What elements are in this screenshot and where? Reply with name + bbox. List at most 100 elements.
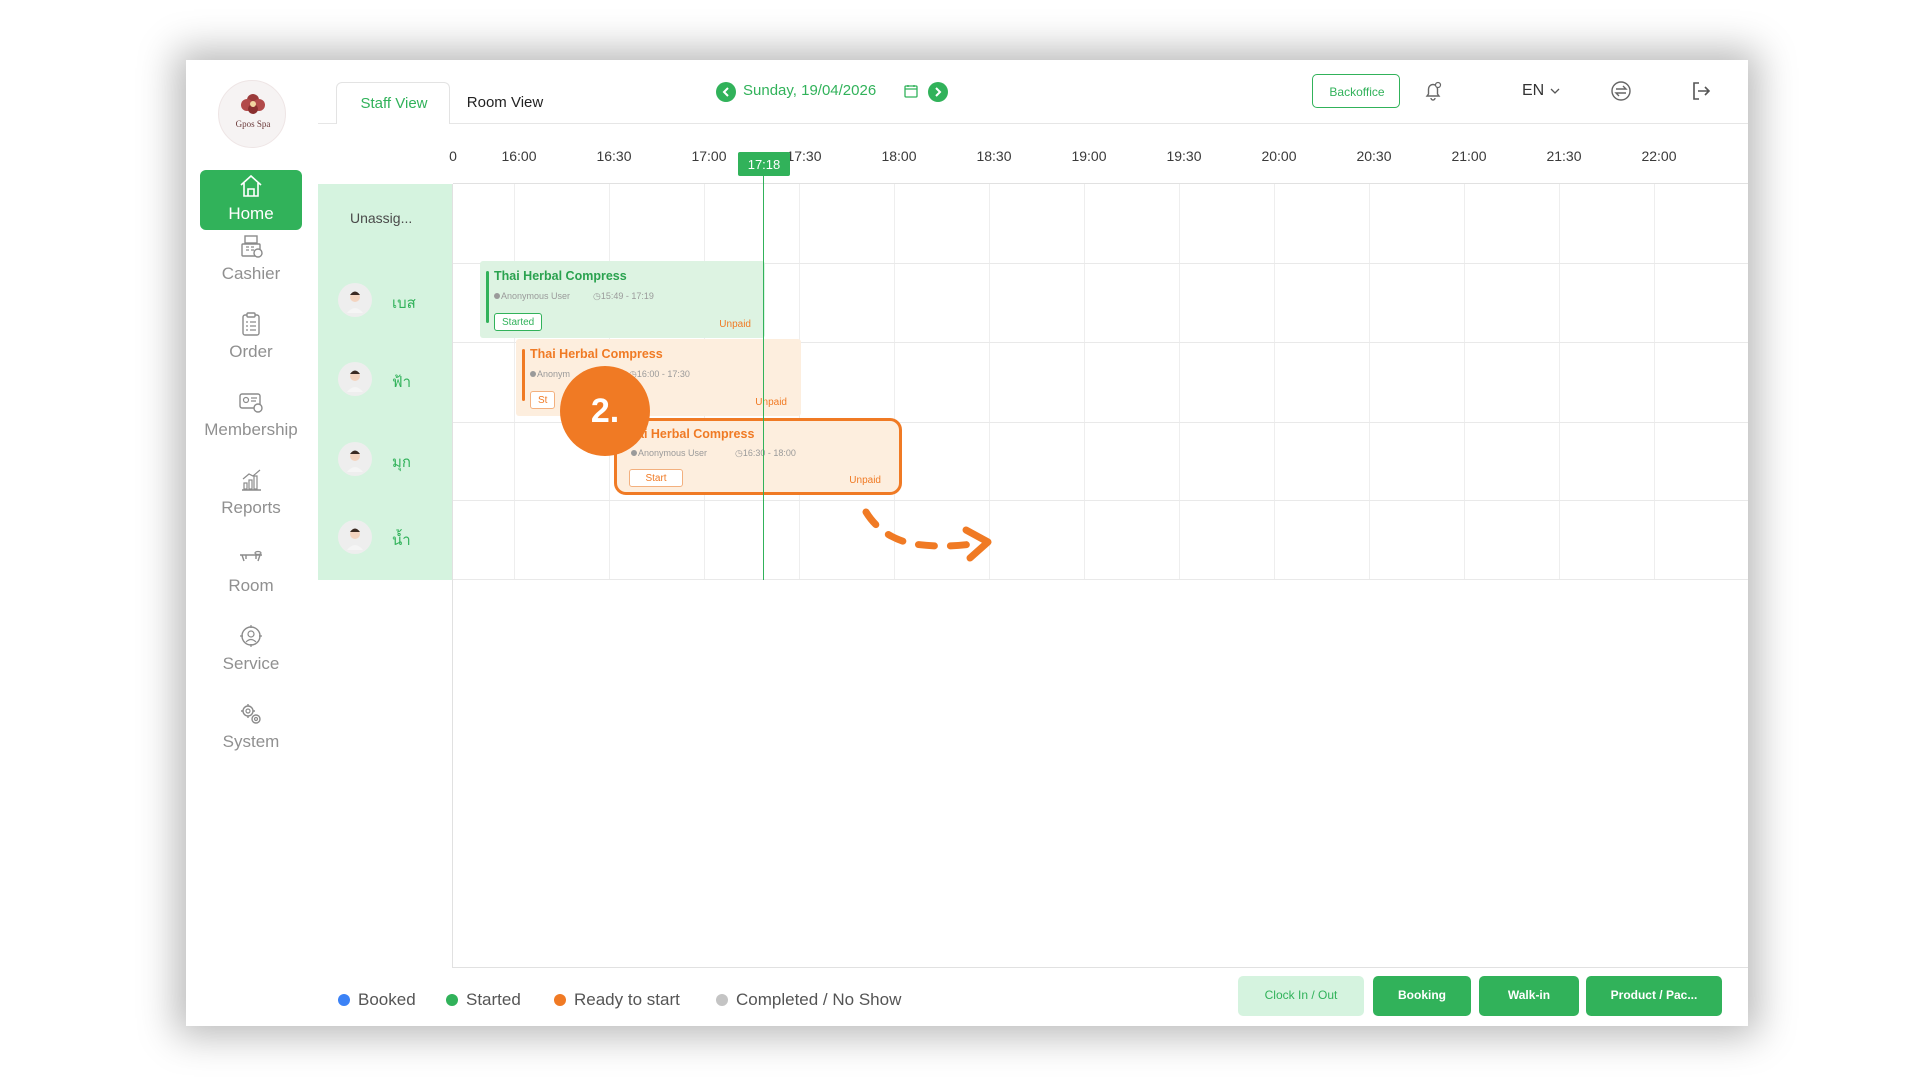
booking-customer: Anonym — [530, 369, 570, 379]
booking-card[interactable]: Thai Herbal Compress Anonym ◷16:00 - 17:… — [516, 339, 801, 416]
sidebar: Gpos Spa Home Cashier Order Membership R… — [186, 60, 318, 1026]
button-label: Clock In / Out — [1264, 988, 1338, 1002]
staff-name: ฟ้า — [392, 374, 412, 391]
step-number: 2. — [590, 392, 620, 430]
current-time-label: 17:18 — [747, 157, 781, 172]
drag-arrow-icon — [862, 508, 992, 562]
staff-row[interactable]: ฟ้า — [318, 342, 453, 421]
time-label: 18:30 — [976, 148, 1012, 164]
unassigned-row-label: Unassig... — [350, 210, 413, 226]
clock-in-out-button[interactable]: Clock In / Out — [1238, 976, 1364, 1016]
language-selector[interactable]: EN — [1522, 82, 1544, 100]
grid-line — [1654, 184, 1655, 580]
grid-bottom-border — [453, 967, 1748, 968]
logo-text: Gpos Spa — [235, 119, 271, 129]
time-label: 19:30 — [1166, 148, 1202, 164]
booking-card[interactable]: Thai Herbal Compress Anonymous User ◷15:… — [480, 261, 765, 338]
legend-label: Completed / No Show — [736, 990, 902, 1009]
product-package-button[interactable]: Product / Pac... — [1586, 976, 1722, 1016]
sidebar-item-label: Room — [228, 576, 274, 595]
staff-row[interactable]: มุก — [318, 422, 453, 501]
tab-label: Staff View — [360, 95, 428, 112]
chevron-down-icon[interactable] — [1550, 87, 1560, 95]
clipboard-icon — [242, 312, 260, 336]
sidebar-item-label: Reports — [221, 498, 281, 517]
bar-chart-icon — [242, 469, 261, 491]
completed-dot-icon — [716, 994, 728, 1006]
sidebar-item-system[interactable]: System — [200, 698, 302, 758]
legend-label: Ready to start — [574, 990, 680, 1009]
booking-customer: Anonymous User — [494, 291, 570, 301]
current-time-badge: 17:18 — [738, 152, 790, 176]
avatar — [338, 520, 372, 554]
booking-card-highlighted[interactable]: ai Herbal Compress Anonymous User ◷16:30… — [614, 418, 902, 495]
grid-line — [514, 184, 515, 580]
time-label: 21:00 — [1451, 148, 1487, 164]
sidebar-item-service[interactable]: Service — [200, 620, 302, 680]
time-label: 16:30 — [596, 148, 632, 164]
previous-day-button[interactable] — [716, 82, 736, 102]
booking-time: ◷15:49 - 17:19 — [593, 291, 654, 301]
sidebar-item-home[interactable]: Home — [200, 170, 302, 230]
sidebar-item-cashier[interactable]: Cashier — [200, 230, 302, 290]
grid-line — [453, 579, 1748, 580]
legend-label: Booked — [358, 990, 416, 1009]
button-label: Walk-in — [1507, 988, 1551, 1002]
step-marker: 2. — [560, 366, 650, 456]
sync-icon[interactable] — [1610, 80, 1632, 102]
booking-time: ◷16:00 - 17:30 — [629, 369, 690, 379]
grid-line — [453, 500, 1748, 501]
time-label: 20:00 — [1261, 148, 1297, 164]
status-bar — [486, 271, 489, 323]
sidebar-item-reports[interactable]: Reports — [200, 464, 302, 524]
grid-line — [1179, 184, 1180, 580]
sidebar-item-label: Membership — [204, 420, 298, 439]
avatar — [338, 283, 372, 317]
status-badge: Started — [494, 313, 543, 331]
membership-card-icon — [239, 393, 263, 413]
logo: Gpos Spa — [218, 80, 286, 148]
user-icon — [530, 371, 536, 377]
button-label: Product / Pac... — [1610, 988, 1698, 1002]
sidebar-item-label: Cashier — [221, 264, 281, 283]
calendar-icon[interactable] — [904, 84, 918, 98]
time-label: 18:00 — [881, 148, 917, 164]
tab-room-view[interactable]: Room View — [450, 82, 560, 124]
time-label: 21:30 — [1546, 148, 1582, 164]
payment-status: Unpaid — [755, 397, 787, 408]
sidebar-item-label: Home — [228, 204, 274, 223]
grid-line — [1084, 184, 1085, 580]
staff-row[interactable]: น้ำ — [318, 500, 453, 579]
tab-staff-view[interactable]: Staff View — [336, 82, 450, 124]
booking-time: ◷16:30 - 18:00 — [735, 448, 796, 458]
chevron-right-icon — [935, 87, 942, 97]
legend-label: Started — [466, 990, 521, 1009]
staff-row[interactable]: เบส — [318, 263, 453, 342]
notification-bell-icon[interactable] — [1422, 80, 1444, 102]
time-label: 16:00 — [501, 148, 537, 164]
sidebar-item-room[interactable]: Room — [200, 542, 302, 602]
backoffice-button[interactable]: Backoffice — [1312, 74, 1400, 108]
time-label: 17:00 — [691, 148, 727, 164]
sidebar-item-order[interactable]: Order — [200, 308, 302, 368]
user-icon — [631, 450, 637, 456]
time-label: 20:30 — [1356, 148, 1392, 164]
sidebar-item-membership[interactable]: Membership — [200, 386, 302, 446]
time-label: 19:00 — [1071, 148, 1107, 164]
sidebar-item-label: System — [222, 732, 280, 751]
staff-name: เบส — [392, 295, 416, 312]
next-day-button[interactable] — [928, 82, 948, 102]
time-label: 22:00 — [1641, 148, 1677, 164]
booking-button[interactable]: Booking — [1373, 976, 1471, 1016]
start-button[interactable]: Start — [629, 469, 683, 487]
tab-label: Room View — [466, 94, 544, 111]
logout-icon[interactable] — [1690, 80, 1712, 102]
staff-name: มุก — [392, 454, 411, 471]
staff-name: น้ำ — [392, 532, 411, 549]
payment-status: Unpaid — [849, 475, 881, 486]
started-dot-icon — [446, 994, 458, 1006]
date-label[interactable]: Sunday, 19/04/2026 — [743, 82, 876, 99]
backoffice-label: Backoffice — [1329, 85, 1385, 99]
walk-in-button[interactable]: Walk-in — [1479, 976, 1579, 1016]
grid-line — [1464, 184, 1465, 580]
